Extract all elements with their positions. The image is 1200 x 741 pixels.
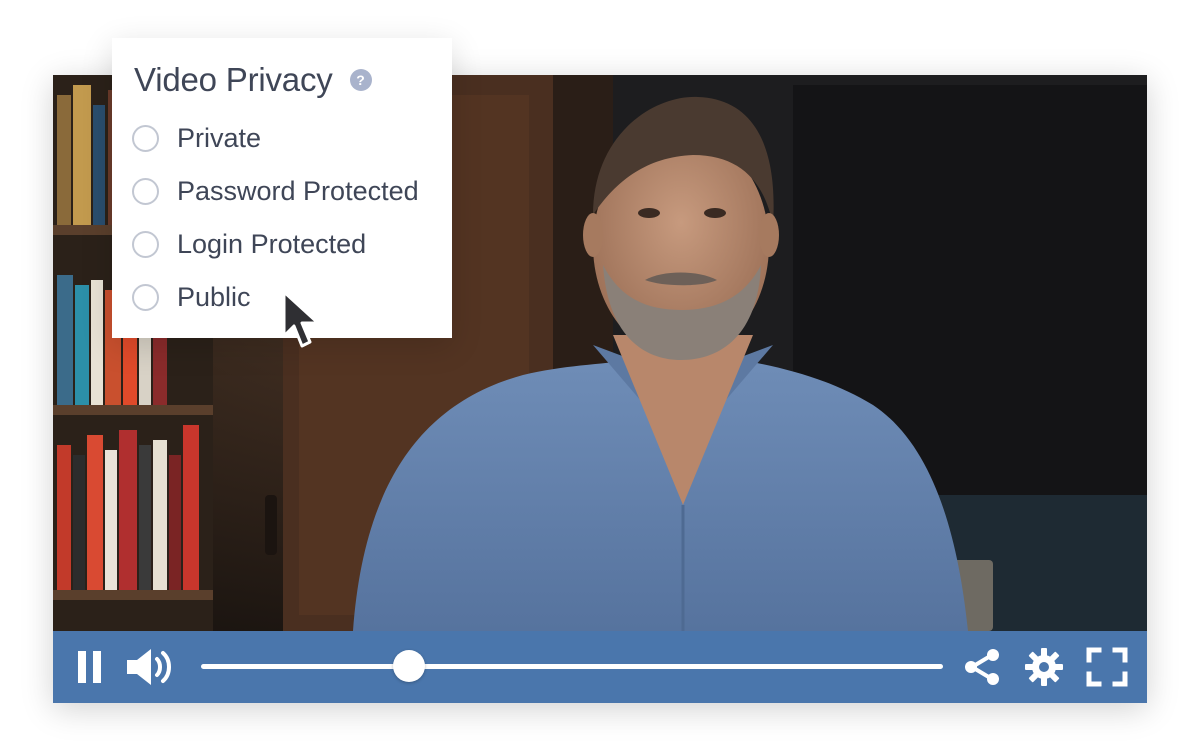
fullscreen-icon [1086, 647, 1128, 687]
privacy-option-private[interactable]: Private [132, 118, 261, 158]
volume-icon [127, 649, 171, 685]
gear-icon [1025, 648, 1063, 686]
privacy-title: Video Privacy [134, 61, 333, 98]
volume-button[interactable] [121, 631, 179, 703]
radio-button[interactable] [132, 177, 159, 205]
seek-bar[interactable] [201, 650, 943, 682]
share-icon [965, 649, 999, 685]
mouse-pointer-icon [282, 290, 320, 348]
radio-button[interactable] [132, 230, 159, 258]
help-icon[interactable]: ? [349, 69, 372, 91]
seek-track[interactable] [201, 664, 943, 669]
radio-button[interactable] [132, 124, 159, 152]
option-label: Password Protected [177, 176, 419, 206]
option-label: Public [177, 282, 251, 312]
fullscreen-button[interactable] [1085, 631, 1129, 703]
player-control-bar [53, 631, 1147, 703]
privacy-option-login-protected[interactable]: Login Protected [132, 224, 366, 264]
privacy-header: Video Privacy ? [134, 60, 372, 100]
privacy-option-public[interactable]: Public [132, 277, 251, 317]
pause-icon [78, 651, 101, 683]
settings-button[interactable] [1023, 631, 1065, 703]
option-label: Private [177, 123, 262, 153]
pause-button[interactable] [73, 631, 109, 703]
privacy-option-password-protected[interactable]: Password Protected [132, 171, 419, 211]
share-button[interactable] [961, 631, 1003, 703]
radio-button[interactable] [132, 283, 159, 311]
seek-thumb[interactable] [392, 650, 425, 682]
option-label: Login Protected [177, 229, 367, 259]
